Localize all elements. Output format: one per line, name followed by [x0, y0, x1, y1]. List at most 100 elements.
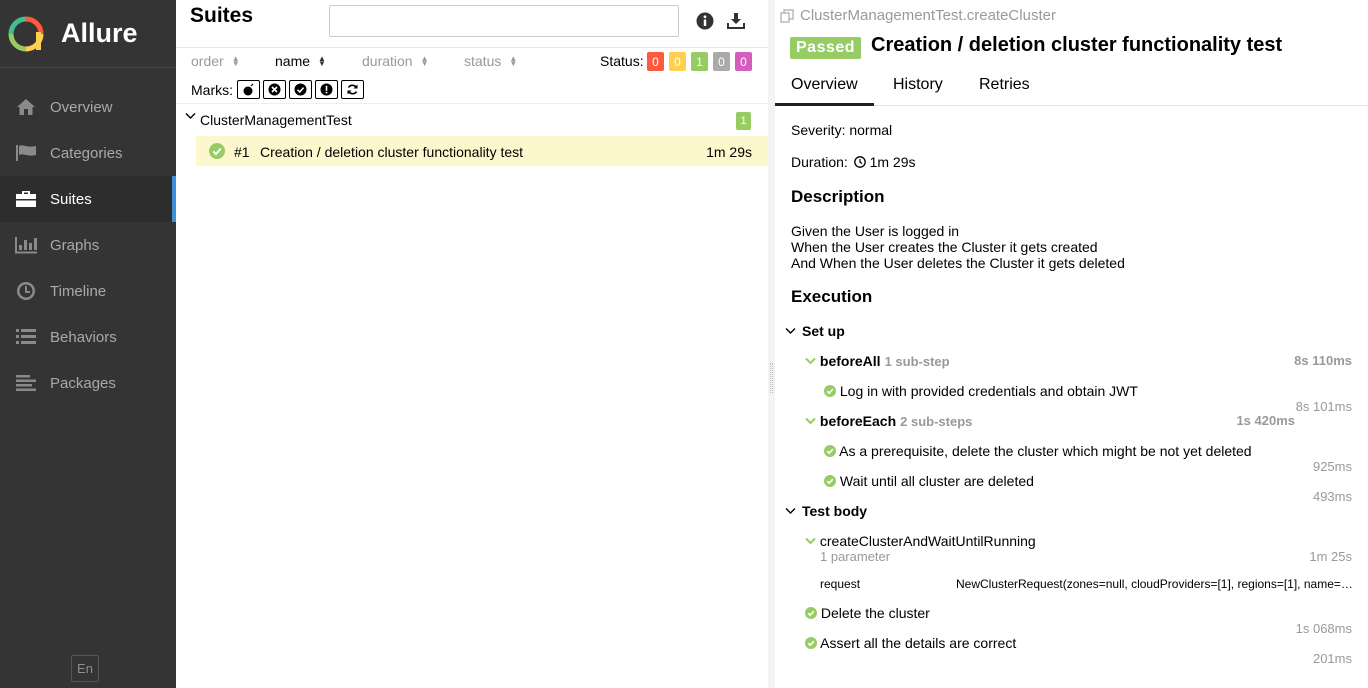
passed-status-icon — [824, 385, 836, 397]
test-body-section-toggle[interactable]: Test body — [785, 503, 867, 519]
test-fullname[interactable]: ClusterManagementTest.createCluster — [780, 7, 1056, 24]
setup-label: Set up — [802, 323, 845, 339]
step-duration: 493ms — [1312, 489, 1352, 504]
mark-new-broken-button[interactable] — [315, 80, 338, 99]
setup-section-toggle[interactable]: Set up — [785, 323, 845, 339]
status-count-skipped[interactable]: 0 — [713, 52, 730, 71]
sidebar-nav: Overview Categories Suites Graphs Timeli… — [0, 84, 176, 406]
chevron-down-icon — [805, 417, 816, 425]
sort-status[interactable]: status ▲ ▼ — [464, 53, 517, 69]
step-name: Delete the cluster — [820, 605, 930, 621]
test-name: Creation / deletion cluster functionalit… — [260, 144, 524, 160]
tab-retries[interactable]: Retries — [979, 76, 1030, 106]
sort-order[interactable]: order ▲ ▼ — [191, 53, 240, 69]
sidebar-item-overview[interactable]: Overview — [0, 84, 176, 130]
test-body-label: Test body — [802, 503, 868, 519]
status-count-failed[interactable]: 0 — [647, 52, 664, 71]
sidebar-item-label: Categories — [50, 144, 123, 162]
clock-icon — [14, 279, 38, 303]
mark-new-failed-button[interactable] — [263, 80, 286, 99]
test-duration: 1m 29s — [706, 144, 752, 160]
align-left-icon — [14, 371, 38, 395]
passed-status-icon — [824, 445, 836, 457]
splitter-grip[interactable] — [770, 363, 773, 393]
download-icon[interactable] — [726, 11, 746, 31]
step-name: beforeEach — [819, 413, 897, 429]
suite-group[interactable]: ClusterManagementTest 1 — [176, 104, 768, 135]
sort-arrows-icon: ▲ ▼ — [318, 54, 326, 68]
step-wait-deleted: Wait until all cluster are deleted — [824, 473, 1034, 489]
sidebar-item-timeline[interactable]: Timeline — [0, 268, 176, 314]
test-number: #1 — [234, 144, 250, 160]
sort-arrows-icon: ▲ ▼ — [231, 54, 240, 68]
step-duration: 1m 25s — [1309, 549, 1352, 564]
marks-label: Marks: — [191, 82, 233, 98]
close-circle-icon — [268, 83, 281, 96]
sidebar-item-graphs[interactable]: Graphs — [0, 222, 176, 268]
marks-bar: Marks: — [176, 76, 768, 104]
brand[interactable]: Allure — [0, 0, 176, 68]
step-before-each[interactable]: beforeEach 2 sub-steps — [805, 413, 972, 429]
test-row[interactable]: #1 Creation / deletion cluster functiona… — [196, 136, 768, 166]
sort-arrows-icon: ▲ ▼ — [509, 54, 518, 68]
step-delete-prerequisite: As a prerequisite, delete the cluster wh… — [824, 443, 1252, 459]
detail-tabs: Overview History Retries — [775, 70, 1368, 106]
app-name: Allure — [61, 18, 138, 48]
sub-step-count: 2 sub-steps — [900, 414, 973, 429]
duration-row: Duration: 1m 29s — [791, 154, 916, 170]
sidebar-item-suites[interactable]: Suites — [0, 176, 176, 222]
tab-history[interactable]: History — [893, 76, 943, 106]
step-name: beforeAll — [819, 353, 881, 369]
passed-status-icon — [805, 637, 817, 649]
chevron-down-icon — [785, 508, 796, 514]
tab-overview[interactable]: Overview — [775, 76, 874, 106]
chevron-down-icon — [185, 113, 196, 119]
suite-count-badge: 1 — [736, 112, 751, 130]
mark-retries-button[interactable] — [341, 80, 364, 99]
sort-duration[interactable]: duration ▲ ▼ — [362, 53, 429, 69]
language-switcher[interactable]: En — [71, 655, 99, 682]
status-count-passed[interactable]: 1 — [691, 52, 708, 71]
step-before-all[interactable]: beforeAll 1 sub-step — [805, 353, 950, 369]
sidebar-item-label: Suites — [50, 190, 92, 208]
step-name: As a prerequisite, delete the cluster wh… — [839, 443, 1252, 459]
mark-new-passed-button[interactable] — [289, 80, 312, 99]
sidebar-item-packages[interactable]: Packages — [0, 360, 176, 406]
sort-arrows-icon: ▲ ▼ — [420, 54, 429, 68]
info-icon[interactable] — [695, 11, 715, 31]
step-create-cluster[interactable]: createClusterAndWaitUntilRunning — [805, 533, 1036, 549]
step-duration: 925ms — [1312, 459, 1352, 474]
pane-splitter[interactable] — [768, 0, 775, 688]
passed-status-icon — [824, 475, 836, 487]
sidebar-item-label: Behaviors — [50, 328, 117, 346]
sidebar-item-label: Timeline — [50, 282, 107, 300]
step-name: Assert all the details are correct — [820, 635, 1017, 651]
parameter-count: 1 parameter — [820, 549, 891, 564]
sort-name[interactable]: name ▲ ▼ — [275, 53, 326, 69]
step-name: createClusterAndWaitUntilRunning — [819, 533, 1036, 549]
sub-step-count: 1 sub-step — [884, 354, 950, 369]
description-line: And When the User deletes the Cluster it… — [791, 255, 1125, 271]
briefcase-icon — [14, 187, 38, 211]
mark-flaky-button[interactable] — [237, 80, 260, 99]
info-icon — [320, 83, 333, 96]
passed-status-icon — [805, 607, 817, 619]
chevron-down-icon — [785, 328, 796, 334]
chevron-down-icon — [805, 537, 816, 545]
status-badge: Passed — [790, 37, 862, 59]
sidebar-item-behaviors[interactable]: Behaviors — [0, 314, 176, 360]
status-filter-label: Status: — [600, 53, 644, 69]
sidebar-item-label: Graphs — [50, 236, 100, 254]
allure-logo-icon — [8, 16, 44, 51]
suites-pane: Suites order ▲ ▼ name ▲ ▼ duration ▲ ▼ stat… — [176, 0, 768, 688]
sort-label: order — [191, 53, 224, 69]
search-input[interactable] — [329, 5, 679, 37]
sidebar-item-categories[interactable]: Categories — [0, 130, 176, 176]
status-filter: 0 0 1 0 0 — [647, 52, 757, 71]
status-count-broken[interactable]: 0 — [669, 52, 686, 71]
marks-filter — [237, 80, 367, 99]
page-title: Suites — [190, 4, 254, 27]
step-duration: 1s 420ms — [1236, 413, 1295, 428]
status-count-unknown[interactable]: 0 — [735, 52, 752, 71]
suite-name: ClusterManagementTest — [200, 112, 352, 128]
